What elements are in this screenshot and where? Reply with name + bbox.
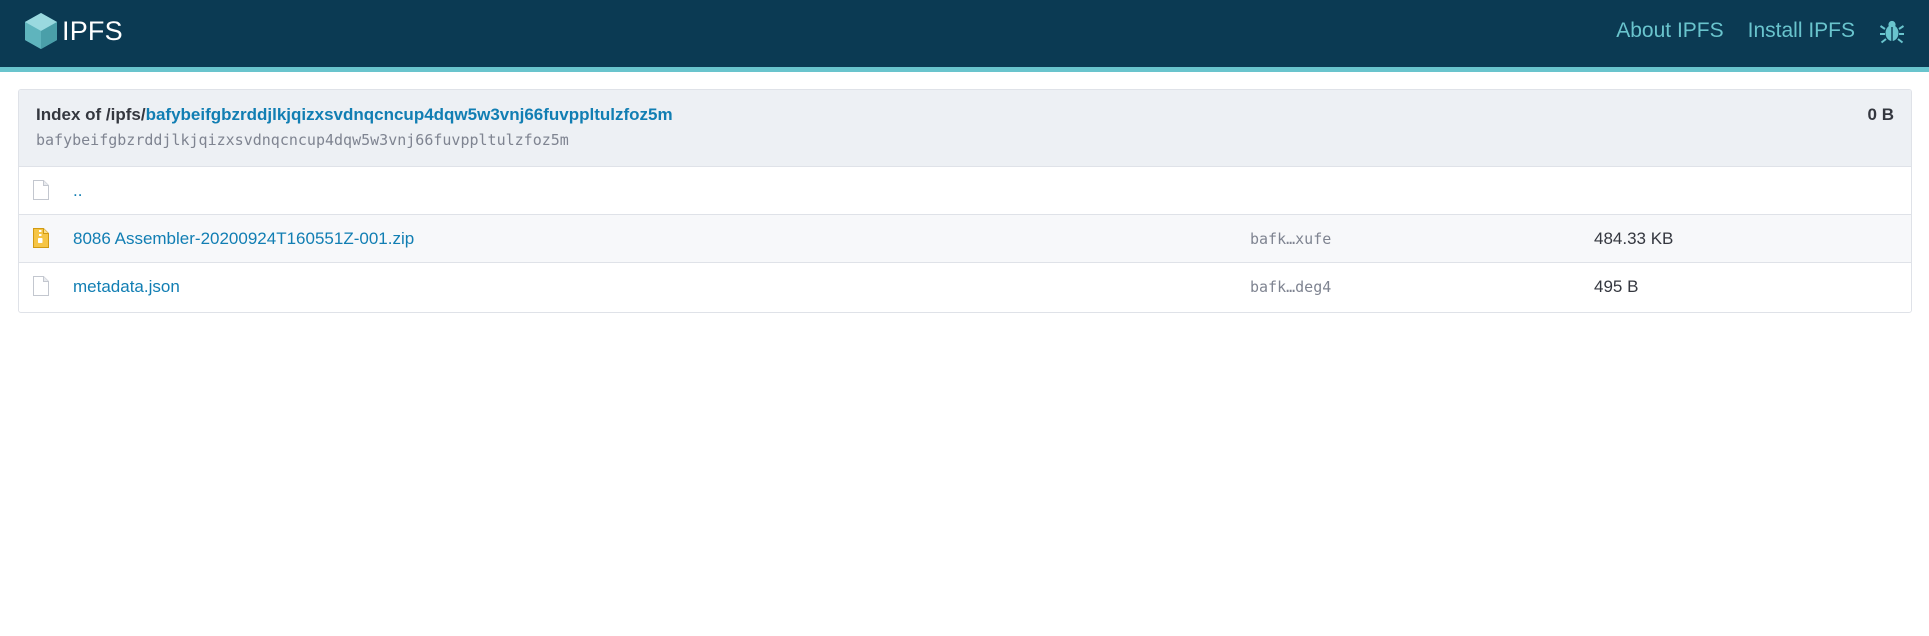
file-icon: [33, 276, 49, 296]
index-title: Index of /ipfs/bafybeifgbzrddjlkjqizxsvd…: [36, 105, 673, 125]
total-size: 0 B: [1867, 105, 1894, 124]
cid-link[interactable]: bafybeifgbzrddjlkjqizxsvdnqcncup4dqw5w3v…: [146, 105, 673, 124]
cid-text: bafybeifgbzrddjlkjqizxsvdnqcncup4dqw5w3v…: [36, 131, 569, 149]
entry-size: 484.33 KB: [1594, 229, 1674, 248]
top-bar: IPFS About IPFS Install IPFS: [0, 0, 1929, 72]
file-icon: [33, 180, 49, 200]
parent-directory-link[interactable]: ..: [73, 181, 82, 201]
bug-icon[interactable]: [1879, 18, 1905, 44]
ipfs-cube-icon: [25, 13, 57, 49]
ipfs-logo[interactable]: IPFS: [24, 11, 123, 51]
entry-cid[interactable]: bafk…deg4: [1250, 278, 1331, 296]
index-prefix: Index of /ipfs/: [36, 105, 146, 124]
table-row: metadata.json bafk…deg4 495 B: [19, 263, 1911, 311]
install-ipfs-link[interactable]: Install IPFS: [1748, 19, 1855, 43]
directory-listing: Index of /ipfs/bafybeifgbzrddjlkjqizxsvd…: [18, 89, 1912, 313]
table-row: 8086 Assembler-20200924T160551Z-001.zip …: [19, 215, 1911, 263]
entry-cid[interactable]: bafk…xufe: [1250, 230, 1331, 248]
about-ipfs-link[interactable]: About IPFS: [1616, 19, 1723, 43]
listing-header: Index of /ipfs/bafybeifgbzrddjlkjqizxsvd…: [19, 90, 1911, 167]
table-row: ..: [19, 167, 1911, 215]
entry-size: 495 B: [1594, 277, 1639, 296]
file-link[interactable]: 8086 Assembler-20200924T160551Z-001.zip: [73, 229, 414, 249]
zip-file-icon: [33, 228, 49, 248]
top-nav: About IPFS Install IPFS: [1616, 18, 1905, 44]
logo-text: IPFS: [62, 15, 123, 46]
file-link[interactable]: metadata.json: [73, 277, 180, 297]
